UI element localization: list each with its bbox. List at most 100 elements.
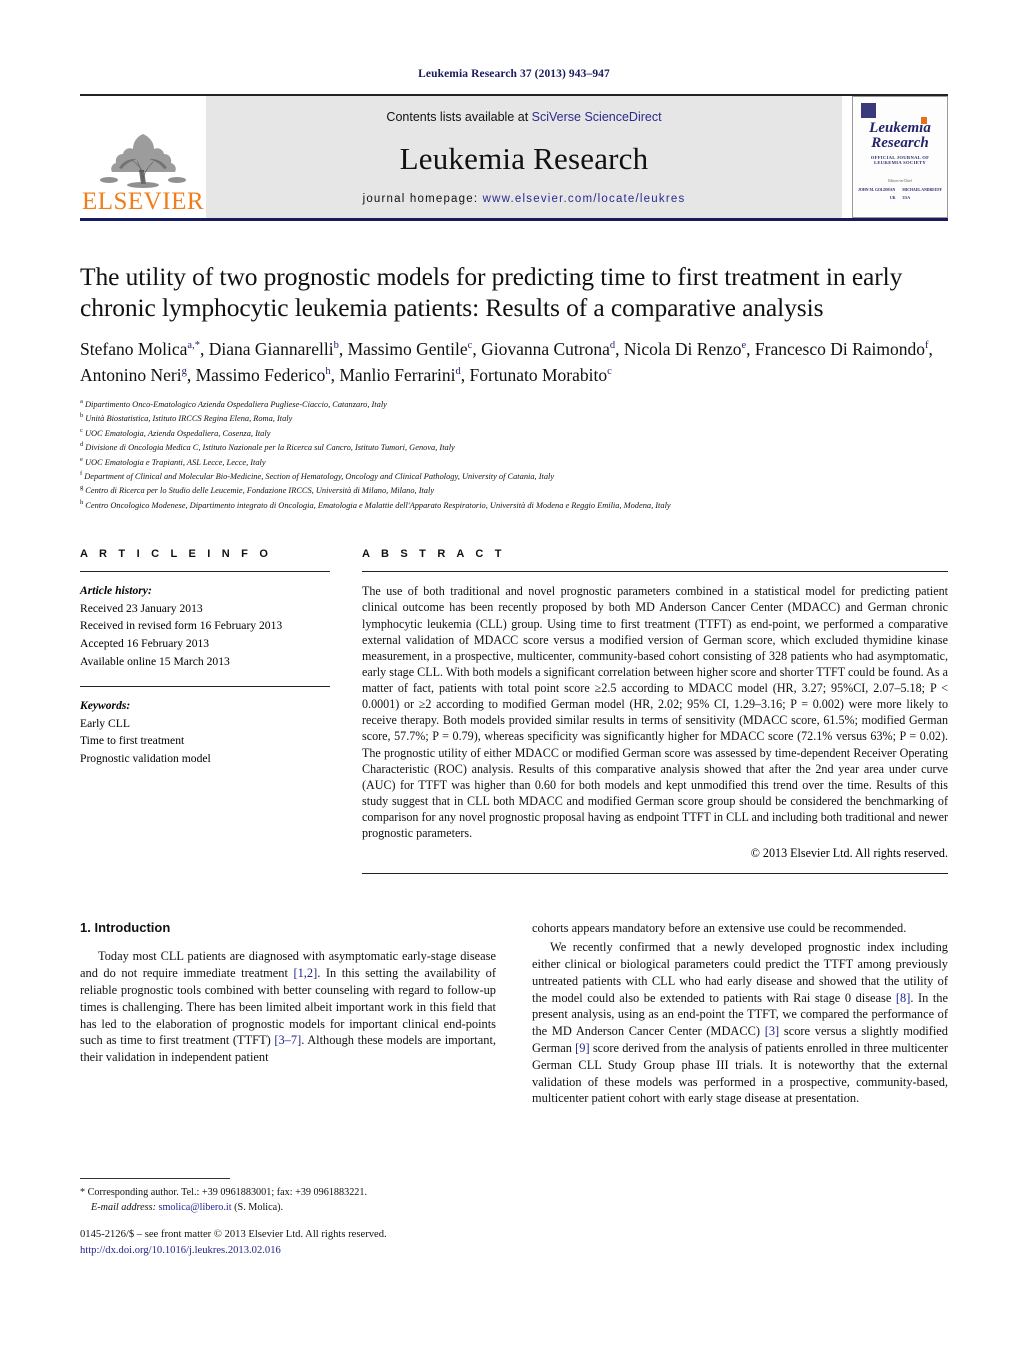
cover-editor-1-location: UK [889,195,896,200]
affiliation-item: a Dipartimento Onco-Ematologico Azienda O… [80,397,948,411]
journal-masthead: ELSEVIER Contents lists available at Sci… [80,94,948,218]
elsevier-wordmark: ELSEVIER [81,188,205,215]
affiliation-mark: a [80,397,83,405]
masthead-center: Contents lists available at SciVerse Sci… [206,96,842,218]
footnote-line-2: E-mail address: smolica@libero.it (S. Mo… [80,1201,496,1216]
affiliation-text: UOC Ematologia, Azienda Ospedaliera, Cos… [84,428,271,438]
author-name: Francesco Di Raimondo [754,339,926,360]
author-name: Stefano Molica [80,339,188,360]
page-content: Leukemia Research 37 (2013) 943–947 ELSE… [80,0,948,1109]
keywords-group: Keywords: Early CLL Time to first treatme… [80,697,330,767]
affiliation-mark: d [80,441,84,449]
sciencedirect-link[interactable]: SciVerse ScienceDirect [532,110,662,124]
footnote-email-label: E-mail address: [91,1201,156,1213]
footer-doi-link[interactable]: http://dx.doi.org/10.1016/j.leukres.2013… [80,1243,580,1259]
paragraph-right-second: We recently confirmed that a newly devel… [532,939,948,1107]
keyword-item: Prognostic validation model [80,752,211,766]
cover-publisher-chip-icon [861,103,876,118]
citation-8[interactable]: [8] [896,991,910,1005]
author-affiliation-mark: c [607,365,612,377]
homepage-label: journal homepage: [362,193,479,205]
affiliation-list: a Dipartimento Onco-Ematologico Azienda O… [80,397,948,512]
affiliation-item: h Centro Oncologico Modenese, Dipartiment… [80,498,948,512]
footnote-star-marker: * [80,1187,86,1198]
article-history-item: Received in revised form 16 February 201… [80,619,283,633]
info-abstract-row: A R T I C L E I N F O Article history: R… [80,548,948,875]
affiliation-text: UOC Ematologia e Trapianti, ASL Lecce, L… [84,457,266,467]
affiliation-mark: e [80,455,83,463]
author-name: Nicola Di Renzo [623,339,742,360]
affiliation-item: b Unità Biostatistica, Istituto IRCCS Reg… [80,411,948,425]
abstract-column: A B S T R A C T The use of both traditio… [362,548,948,875]
elsevier-logo: ELSEVIER [80,96,206,218]
journal-title: Leukemia Research [399,140,649,176]
cover-editor-2-location: USA [902,195,911,200]
cover-editor-2: MICHAEL ANDREEFF [902,187,942,192]
article-info-column: A R T I C L E I N F O Article history: R… [80,548,330,874]
citation-1-2[interactable]: [1,2] [293,966,317,980]
affiliation-item: f Department of Clinical and Molecular Bi… [80,469,948,483]
paragraph-right-continued: cohorts appears mandatory before an exte… [532,921,907,936]
footnote-email-link[interactable]: smolica@libero.it [159,1202,232,1213]
contents-prefix: Contents lists available at [386,110,529,124]
affiliation-mark: g [80,484,84,492]
article-title: The utility of two prognostic models for… [80,262,903,323]
author-list: Stefano Molicaa,*, Diana Giannarellib, M… [80,339,933,385]
affiliation-item: d Divisione di Oncologia Medica C, Istitu… [80,440,948,454]
affiliation-text: Centro di Ricerca per lo Studio delle Le… [85,486,435,496]
article-info-rule [80,571,330,573]
abstract-rule [362,571,948,573]
affiliation-text: Dipartimento Onco-Ematologico Azienda Os… [84,399,387,409]
title-block: The utility of two prognostic models for… [80,261,948,512]
author-name: Manlio Ferrarini [339,364,456,385]
affiliation-mark: b [80,412,84,420]
affiliation-mark: f [80,470,83,477]
cover-editor-label: Editors-in-Chief [888,178,912,183]
elsevier-tree-icon [100,134,186,188]
author-affiliation-mark: h [325,365,331,377]
citation-3-7[interactable]: [3–7] [274,1033,301,1047]
section-heading-introduction: 1. Introduction [80,920,171,936]
affiliation-text: Divisione di Oncologia Medica C, Istitut… [85,442,455,452]
corresponding-author-footnote: * Corresponding author. Tel.: +39 096188… [80,1178,496,1216]
abstract-text: The use of both traditional and novel pr… [362,584,948,841]
keyword-item: Early CLL [80,716,130,730]
affiliation-item: e UOC Ematologia e Trapianti, ASL Lecce, … [80,455,948,469]
author-name: Massimo Gentile [347,339,468,360]
affiliation-item: c UOC Ematologia, Azienda Ospedaliera, Co… [80,426,948,440]
citation-9[interactable]: [9] [575,1041,589,1055]
cover-editor-1: JOHN M. GOLDMAN [858,187,896,192]
article-history-item: Available online 15 March 2013 [80,654,230,668]
footnote-email-suffix: (S. Molica). [234,1201,284,1213]
body-column-left: 1. Introduction Today most CLL patients … [80,920,496,1109]
keywords-items: Early CLL Time to first treatment Prognost… [80,715,330,768]
abstract-heading: A B S T R A C T [362,548,506,561]
page-footer: 0145-2126/$ – see front matter © 2013 El… [80,1227,580,1259]
cover-editor-names: JOHN M. GOLDMAN MICHAEL ANDREEFF [858,188,942,192]
body-column-right: cohorts appears mandatory before an exte… [532,920,948,1109]
right-text-a: We recently confirmed that a newly devel… [532,940,948,1005]
affiliation-item: g Centro di Ricerca per lo Studio delle L… [80,483,948,497]
citation-3[interactable]: [3] [765,1024,779,1038]
running-head: Leukemia Research 37 (2013) 943–947 [418,68,610,80]
homepage-url-link[interactable]: www.elsevier.com/locate/leukres [483,193,686,205]
keyword-item: Time to first treatment [80,734,185,748]
footnote-corresponding-text: Corresponding author. Tel.: +39 09618830… [87,1187,368,1198]
cover-title-line2: Research [871,135,929,152]
cover-editor-locations: UK USA [858,196,942,200]
cover-editor-block: Editors-in-Chief JOHN M. GOLDMAN MICHAEL… [858,179,942,200]
article-history-title: Article history: [80,584,152,598]
author-affiliation-mark: d [455,365,461,377]
footnote-line-1: * Corresponding author. Tel.: +39 096188… [80,1186,496,1201]
journal-cover-thumbnail: Leukemia Research OFFICIAL JOURNAL OF LE… [852,96,948,218]
article-info-heading: A R T I C L E I N F O [80,548,273,561]
article-history-group: Article history: Received 23 January 201… [80,582,330,670]
author-name: Fortunato Morabito [469,364,608,385]
author-name: Diana Giannarelli [208,339,334,360]
article-history-items: Received 23 January 2013 Received in revi… [80,600,330,670]
masthead-bottom-rule [80,218,948,221]
author-name: Giovanna Cutrona [481,339,610,360]
author-affiliation-mark: b [333,340,339,352]
affiliation-text: Department of Clinical and Molecular Bio… [84,471,555,481]
journal-homepage-line: journal homepage: www.elsevier.com/locat… [363,193,686,205]
